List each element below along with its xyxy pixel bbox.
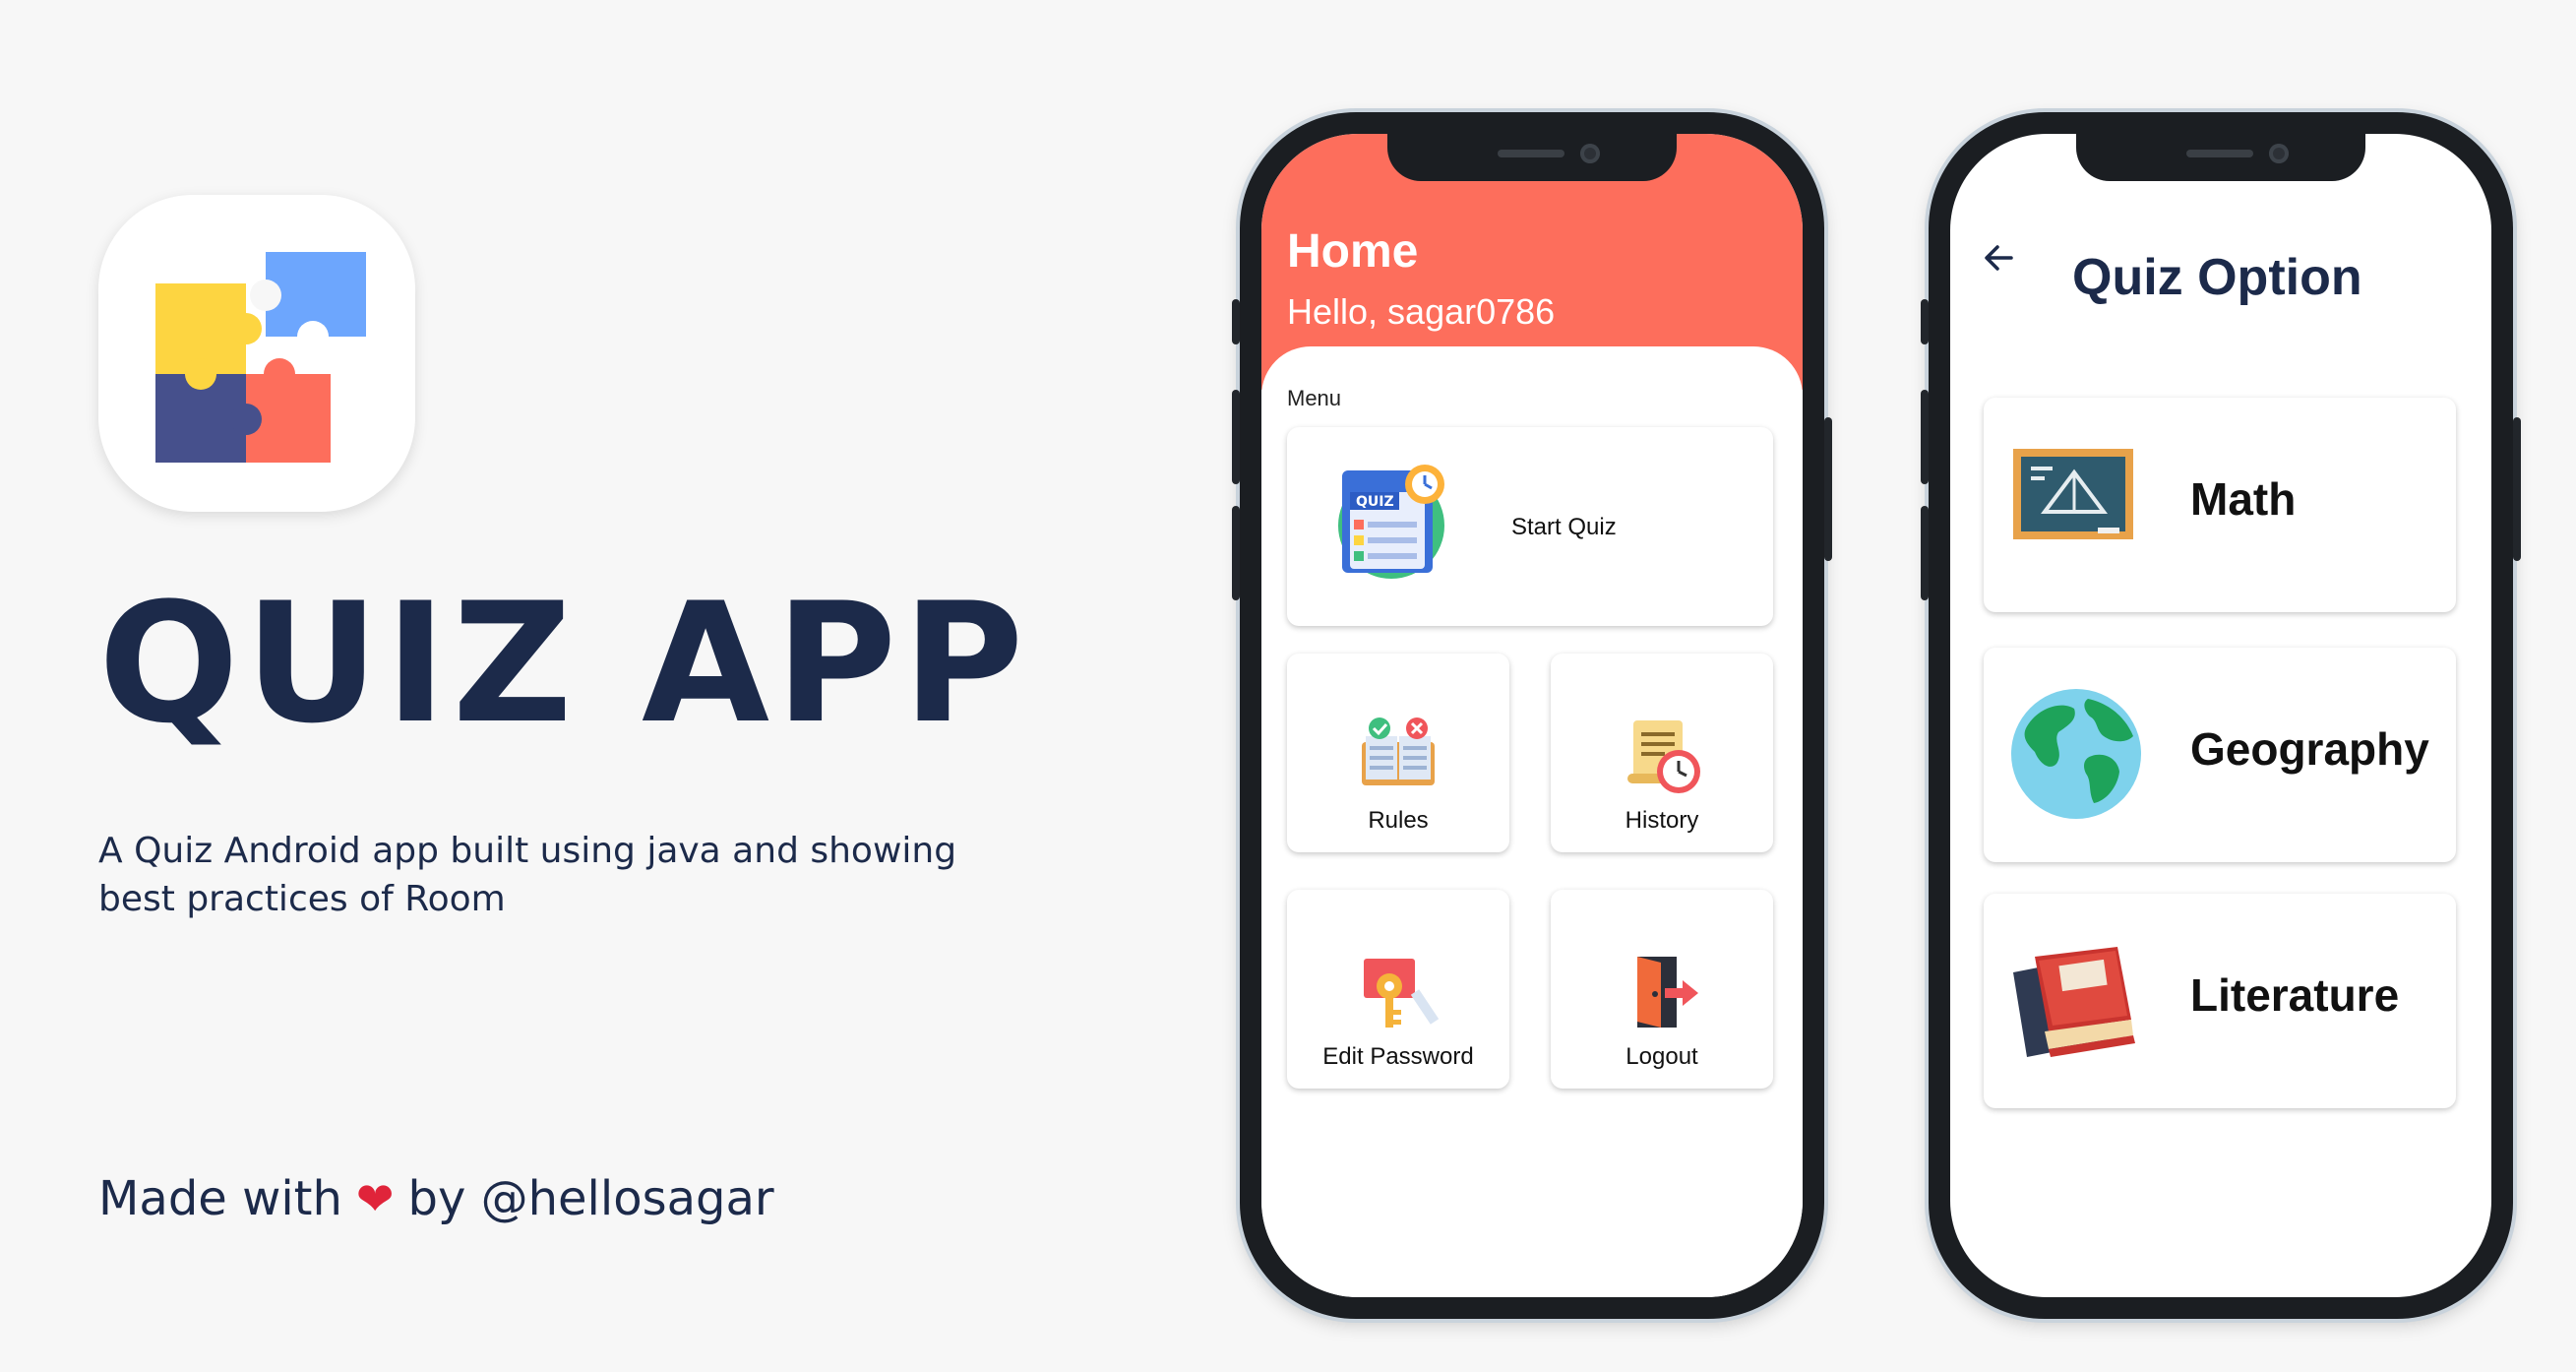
rules-book-icon: [1362, 717, 1435, 785]
blackboard-icon: [2013, 449, 2133, 539]
edit-password-card[interactable]: Edit Password: [1287, 890, 1509, 1089]
literature-option-card[interactable]: Literature: [1984, 894, 2456, 1108]
credit-prefix: Made with: [98, 1171, 342, 1226]
app-title: QUIZ APP: [98, 567, 1030, 760]
puzzle-icon: [155, 252, 366, 463]
credit-suffix: by @hellosagar: [407, 1171, 774, 1226]
notch: [2076, 134, 2365, 181]
logout-card[interactable]: Logout: [1551, 890, 1773, 1089]
credit-line: Made with ❤ by @hellosagar: [98, 1171, 774, 1226]
power-button: [2513, 417, 2521, 561]
geography-option-card[interactable]: Geography: [1984, 648, 2456, 862]
quiz-option-screen: Quiz Option Math Geography Literature: [1950, 134, 2491, 1297]
back-arrow-icon[interactable]: [1982, 240, 2017, 276]
quiz-option-title: Quiz Option: [2072, 249, 2362, 306]
math-label: Math: [2190, 473, 2297, 525]
notch: [1387, 134, 1677, 181]
start-quiz-label: Start Quiz: [1511, 514, 1617, 540]
app-description: A Quiz Android app built using java and …: [98, 831, 957, 919]
volume-down-button: [1232, 506, 1240, 600]
geography-label: Geography: [2190, 723, 2429, 775]
phone-quiz-option: Quiz Option Math Geography Literature: [1921, 112, 2521, 1319]
logout-label: Logout: [1625, 1043, 1698, 1070]
side-button: [1921, 299, 1929, 344]
home-body: Menu QUIZ Start Quiz Rules History Edit …: [1261, 346, 1803, 1297]
math-option-card[interactable]: Math: [1984, 398, 2456, 612]
rules-card[interactable]: Rules: [1287, 654, 1509, 852]
home-title: Home: [1287, 225, 1419, 278]
history-clock-icon: [1627, 720, 1700, 793]
literature-label: Literature: [2190, 969, 2400, 1021]
power-button: [1824, 417, 1832, 561]
volume-up-button: [1232, 390, 1240, 484]
history-label: History: [1625, 807, 1699, 834]
quiz-icon: QUIZ: [1338, 465, 1444, 579]
home-screen: Home Hello, sagar0786 Menu QUIZ Start Qu…: [1261, 134, 1803, 1297]
books-icon: [2013, 947, 2135, 1057]
app-logo: [98, 195, 415, 512]
start-quiz-card[interactable]: QUIZ Start Quiz: [1287, 427, 1773, 626]
volume-up-button: [1921, 390, 1929, 484]
side-button: [1232, 299, 1240, 344]
edit-password-label: Edit Password: [1322, 1043, 1474, 1070]
phone-home: Home Hello, sagar0786 Menu QUIZ Start Qu…: [1232, 112, 1832, 1319]
history-card[interactable]: History: [1551, 654, 1773, 852]
volume-down-button: [1921, 506, 1929, 600]
greeting: Hello, sagar0786: [1287, 291, 1556, 332]
menu-label: Menu: [1287, 386, 1342, 410]
svg-text:QUIZ: QUIZ: [1356, 494, 1394, 510]
globe-icon: [2011, 689, 2141, 819]
rules-label: Rules: [1368, 807, 1429, 834]
logout-door-icon: [1637, 957, 1698, 1028]
heart-icon: ❤: [355, 1172, 395, 1225]
key-icon: [1364, 959, 1439, 1028]
